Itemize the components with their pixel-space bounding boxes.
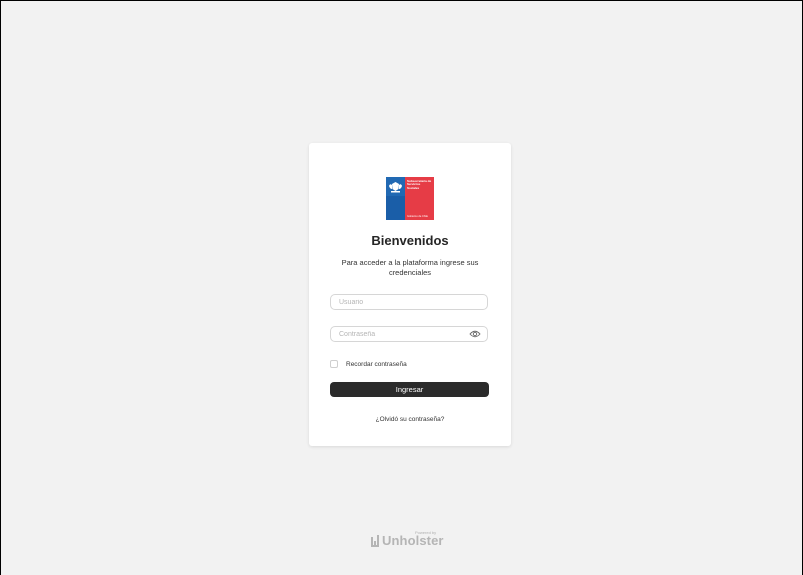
- powered-by-footer: Powered by Unholster: [371, 529, 451, 549]
- login-subtitle: Para acceder a la plataforma ingrese sus…: [341, 258, 479, 277]
- username-input[interactable]: [330, 294, 488, 310]
- unholster-logo-icon: [371, 535, 379, 547]
- page-title: Bienvenidos: [371, 233, 449, 248]
- remember-password-row: Recordar contraseña: [330, 359, 407, 369]
- remember-password-checkbox[interactable]: [330, 360, 338, 368]
- forgot-password-link[interactable]: ¿Olvidó su contraseña?: [309, 416, 511, 423]
- password-input[interactable]: [330, 326, 488, 342]
- eye-icon[interactable]: [469, 329, 481, 339]
- login-page: Subsecretaría de Servicios Sociales Gobi…: [0, 0, 803, 575]
- login-button[interactable]: Ingresar: [330, 382, 489, 397]
- government-logo: Subsecretaría de Servicios Sociales Gobi…: [386, 177, 434, 220]
- remember-password-label: Recordar contraseña: [346, 360, 407, 368]
- logo-gov-text: Gobierno de Chile: [407, 215, 428, 218]
- login-card: Subsecretaría de Servicios Sociales Gobi…: [309, 143, 511, 446]
- logo-org-name: Subsecretaría de Servicios Sociales: [407, 179, 432, 190]
- coat-of-arms-icon: [389, 182, 402, 193]
- unholster-brand: Unholster: [382, 533, 444, 548]
